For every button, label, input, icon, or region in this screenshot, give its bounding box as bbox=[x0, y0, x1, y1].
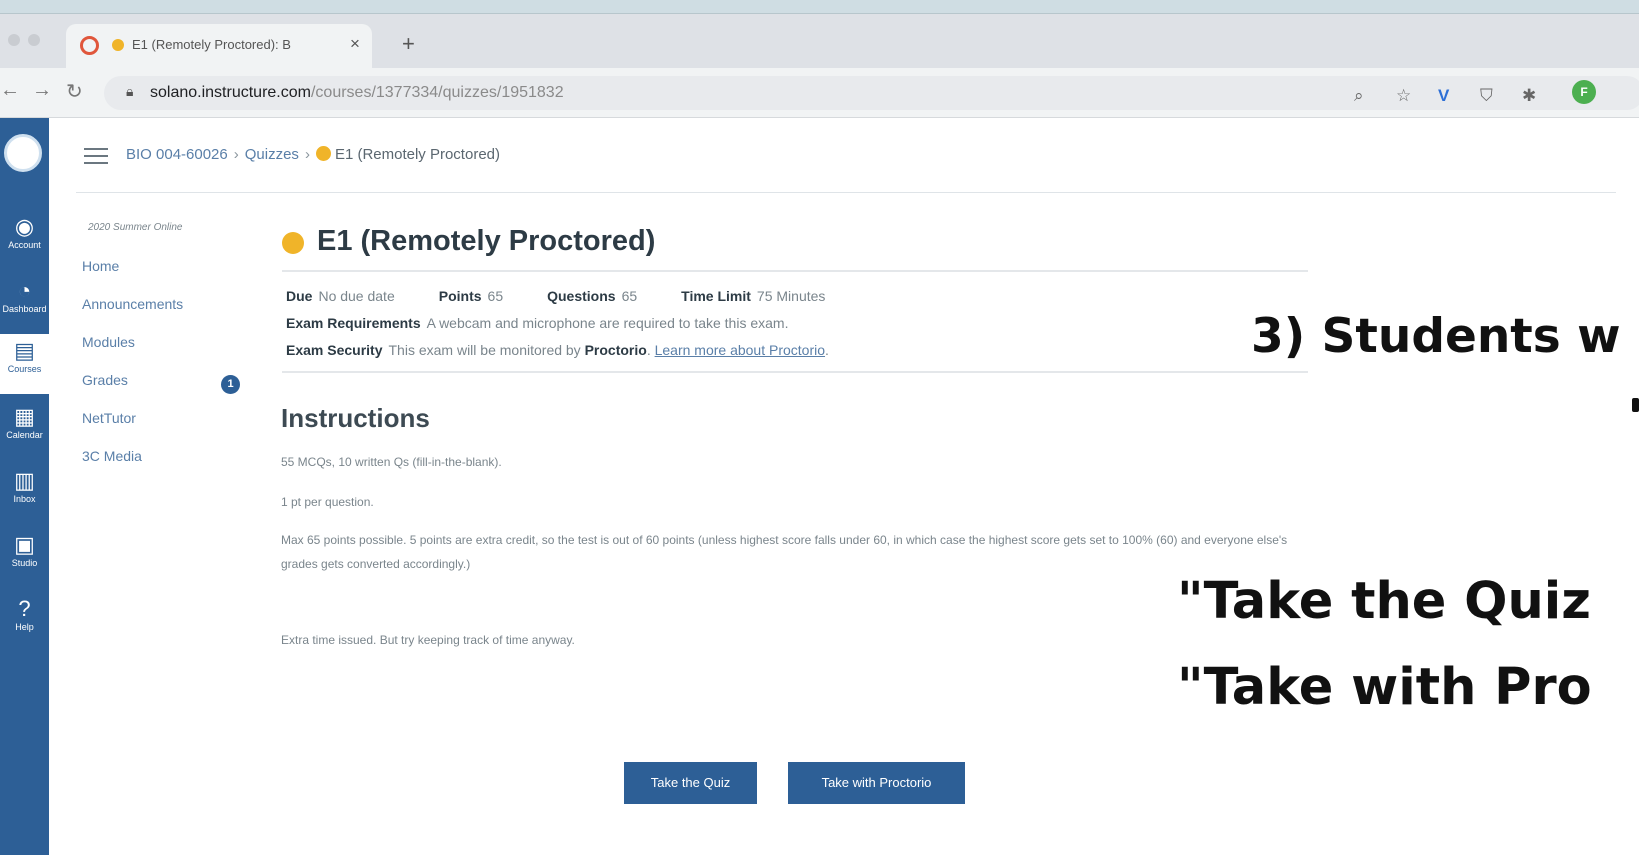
global-nav-inbox[interactable]: ▥ Inbox bbox=[0, 468, 49, 505]
global-nav-studio[interactable]: ▣ Studio bbox=[0, 532, 49, 569]
take-with-proctorio-button[interactable]: Take with Proctorio bbox=[788, 762, 965, 804]
page-title: E1 (Remotely Proctored) bbox=[317, 225, 656, 257]
course-nav-announcements[interactable]: Announcements bbox=[82, 296, 183, 312]
course-nav-3c-media[interactable]: 3C Media bbox=[82, 448, 142, 464]
instructions-paragraph: 1 pt per question. bbox=[281, 495, 374, 509]
points-value: 65 bbox=[487, 288, 504, 304]
breadcrumb-course-link[interactable]: BIO 004-60026 bbox=[126, 146, 228, 163]
browser-tab-active[interactable]: E1 (Remotely Proctored): B × bbox=[66, 24, 372, 68]
breadcrumb-quizzes-link[interactable]: Quizzes bbox=[245, 146, 299, 163]
instructions-paragraph: 55 MCQs, 10 written Qs (fill-in-the-blan… bbox=[281, 455, 502, 469]
dashboard-icon: ◔ bbox=[17, 278, 32, 303]
bookmark-star-icon[interactable]: ☆ bbox=[1396, 86, 1411, 106]
window-close-dot[interactable] bbox=[8, 34, 20, 46]
global-nav-courses[interactable]: ▤ Courses bbox=[0, 334, 49, 394]
url-text: solano.instructure.com/courses/1377334/q… bbox=[150, 84, 564, 101]
questions-label: Questions bbox=[547, 288, 616, 304]
courses-icon: ▤ bbox=[14, 338, 35, 363]
exam-requirements-label: Exam Requirements bbox=[286, 315, 421, 331]
overlay-caption-line: "Take with Pro bbox=[1177, 658, 1592, 717]
time-limit-label: Time Limit bbox=[681, 288, 751, 304]
course-nav-nettutor[interactable]: NetTutor bbox=[82, 410, 136, 426]
proctorio-name: Proctorio bbox=[584, 342, 647, 358]
instructions-paragraph: Extra time issued. But try keeping track… bbox=[281, 633, 575, 647]
questions-value: 65 bbox=[621, 288, 638, 304]
calendar-icon: ▦ bbox=[14, 404, 35, 429]
details-divider bbox=[282, 371, 1308, 373]
exam-requirements-row: Exam Requirements A webcam and microphone… bbox=[286, 315, 788, 331]
breadcrumb-current: E1 (Remotely Proctored) bbox=[334, 146, 500, 163]
inbox-icon: ▥ bbox=[14, 468, 35, 493]
tab-bar: E1 (Remotely Proctored): B × + bbox=[0, 14, 1639, 68]
window-minimize-dot[interactable] bbox=[28, 34, 40, 46]
back-icon[interactable]: ← bbox=[0, 79, 20, 102]
exam-security-label: Exam Security bbox=[286, 342, 383, 358]
time-limit-value: 75 Minutes bbox=[756, 288, 826, 304]
reload-icon[interactable]: ↻ bbox=[66, 79, 83, 104]
exam-security-text: This exam will be monitored by bbox=[388, 342, 581, 358]
overlay-caption-line: 3) Students w bbox=[1251, 309, 1621, 364]
quiz-status-icon bbox=[315, 146, 331, 161]
course-nav-modules[interactable]: Modules bbox=[82, 334, 135, 350]
account-icon: ◉ bbox=[14, 214, 35, 239]
instructions-paragraph: Max 65 points possible. 5 points are ext… bbox=[281, 533, 1288, 571]
url-input[interactable]: 🔒︎ solano.instructure.com/courses/137733… bbox=[104, 76, 1639, 110]
grades-count-badge: 1 bbox=[221, 375, 240, 394]
quiz-status-icon bbox=[282, 232, 304, 254]
breadcrumb: BIO 004-60026 › Quizzes › E1 (Remotely Proct… bbox=[126, 146, 500, 163]
search-icon[interactable]: ⌕ bbox=[1354, 86, 1364, 106]
exam-requirements-value: A webcam and microphone are required to … bbox=[426, 315, 789, 331]
title-divider bbox=[282, 270, 1308, 272]
window-top-strip bbox=[0, 0, 1639, 14]
help-icon: ? bbox=[18, 596, 31, 621]
profile-avatar[interactable]: F bbox=[1572, 80, 1596, 104]
recording-icon bbox=[80, 36, 99, 55]
instructions-heading: Instructions bbox=[281, 403, 430, 433]
course-term: 2020 Summer Online bbox=[88, 222, 183, 233]
due-value: No due date bbox=[318, 288, 395, 304]
global-nav-account[interactable]: ◉ Account bbox=[0, 214, 49, 251]
take-the-quiz-button[interactable]: Take the Quiz bbox=[624, 762, 757, 804]
extension-v-icon[interactable]: V bbox=[1438, 86, 1449, 106]
quiz-details-row: Due No due date Points 65 Questions 65 Time Li… bbox=[286, 288, 825, 304]
course-nav-home[interactable]: Home bbox=[82, 258, 119, 274]
tab-title: E1 (Remotely Proctored): B bbox=[132, 37, 291, 52]
breadcrumb-divider bbox=[76, 192, 1616, 193]
hamburger-menu-icon[interactable] bbox=[84, 148, 108, 164]
exam-security-row: Exam Security This exam will be monitored… bbox=[286, 342, 829, 358]
studio-icon: ▣ bbox=[14, 532, 35, 557]
global-nav-help[interactable]: ? Help bbox=[0, 596, 49, 633]
global-navigation: ◉ Account ◔ Dashboard ▤ Courses ▦ Calend… bbox=[0, 118, 49, 855]
breadcrumb-separator-icon: › bbox=[304, 146, 310, 163]
forward-icon[interactable]: → bbox=[32, 79, 52, 102]
points-label: Points bbox=[438, 288, 482, 304]
address-bar-row: ← → ↻ 🔒︎ solano.instructure.com/courses/… bbox=[0, 68, 1639, 118]
course-nav-grades[interactable]: Grades bbox=[82, 372, 128, 388]
extensions-puzzle-icon[interactable]: ✱ bbox=[1522, 86, 1536, 106]
due-label: Due bbox=[286, 288, 313, 304]
overlay-cropped-glyph bbox=[1632, 398, 1639, 412]
new-tab-button[interactable]: + bbox=[402, 31, 415, 57]
proctorio-learn-more-link[interactable]: Learn more about Proctorio bbox=[655, 342, 825, 358]
global-nav-dashboard[interactable]: ◔ Dashboard bbox=[0, 278, 49, 315]
tab-close-icon[interactable]: × bbox=[350, 34, 360, 54]
global-nav-calendar[interactable]: ▦ Calendar bbox=[0, 404, 49, 441]
lock-icon: 🔒︎ bbox=[126, 83, 134, 99]
extension-shield-icon[interactable]: ⛉ bbox=[1480, 86, 1493, 106]
breadcrumb-separator-icon: › bbox=[233, 146, 239, 163]
canvas-favicon-icon bbox=[112, 39, 124, 51]
overlay-caption-line: "Take the Quiz bbox=[1177, 572, 1591, 631]
solano-logo[interactable] bbox=[4, 134, 42, 172]
